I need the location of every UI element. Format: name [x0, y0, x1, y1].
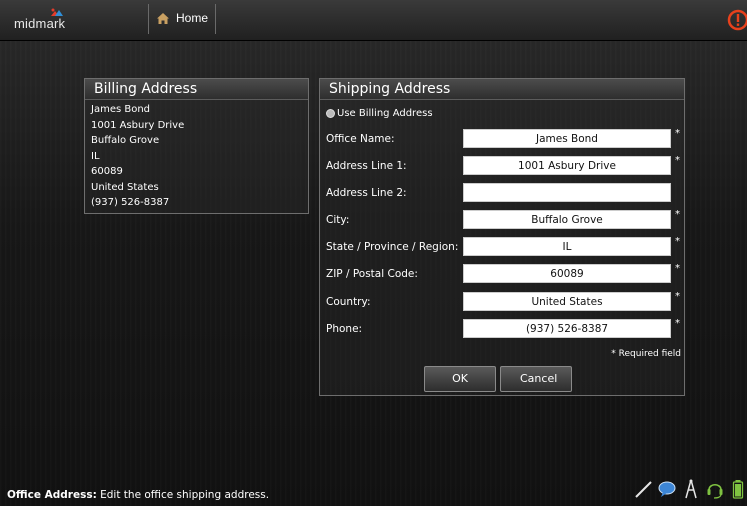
required-marker: * [675, 128, 680, 139]
phone-field[interactable]: (937) 526-8387 [463, 319, 671, 338]
office-name-field[interactable]: James Bond [463, 129, 671, 148]
tower-icon[interactable] [683, 478, 699, 500]
headset-icon[interactable] [705, 478, 725, 500]
shipping-address-panel: Shipping Address Use Billing Address Off… [319, 78, 685, 396]
state-field[interactable]: IL [463, 237, 671, 256]
status-title: Office Address: [7, 489, 97, 501]
billing-lines: James Bond 1001 Asbury Drive Buffalo Gro… [85, 100, 308, 212]
required-marker: * [675, 155, 680, 166]
billing-line-name: James Bond [91, 104, 151, 115]
zip-row: ZIP / Postal Code: 60089 * [326, 263, 680, 284]
use-billing-address-radio[interactable]: Use Billing Address [326, 108, 433, 119]
midmark-logo: midmark [14, 8, 66, 31]
zip-label: ZIP / Postal Code: [326, 268, 418, 280]
status-bar: Office Address: Edit the office shipping… [7, 489, 269, 501]
required-marker: * [675, 263, 680, 274]
billing-address-panel: Billing Address James Bond 1001 Asbury D… [84, 78, 309, 214]
status-text: Edit the office shipping address. [96, 489, 270, 501]
logo-mark-icon [51, 8, 63, 16]
country-label: Country: [326, 296, 371, 308]
office-name-row: Office Name: James Bond * [326, 128, 680, 149]
required-marker: * [675, 291, 680, 302]
pen-icon[interactable] [632, 478, 656, 500]
chat-bubble-icon[interactable] [657, 478, 677, 500]
address-line-1-field[interactable]: 1001 Asbury Drive [463, 156, 671, 175]
billing-line-state: IL [91, 150, 100, 162]
house-icon [157, 12, 169, 24]
shipping-title: Shipping Address [320, 79, 684, 100]
billing-line-country: United States [91, 181, 159, 193]
billing-line-phone: (937) 526-8387 [91, 197, 170, 208]
billing-title: Billing Address [85, 79, 308, 100]
logo-text: midmark [14, 16, 66, 31]
phone-label: Phone: [326, 323, 363, 335]
country-row: Country: United States * [326, 291, 680, 312]
ok-button[interactable]: OK [424, 366, 496, 392]
required-marker: * [675, 236, 680, 247]
state-label: State / Province / Region: [326, 241, 459, 253]
state-row: State / Province / Region: IL * [326, 236, 680, 257]
city-field[interactable]: Buffalo Grove [463, 210, 671, 229]
address-line-1-row: Address Line 1: 1001 Asbury Drive * [326, 155, 680, 176]
home-label: Home [176, 11, 209, 25]
zip-field[interactable]: 60089 [463, 264, 671, 283]
address-line-2-label: Address Line 2: [326, 187, 407, 199]
city-row: City: Buffalo Grove * [326, 209, 680, 230]
phone-row: Phone: (937) 526-8387 * [326, 318, 680, 339]
required-marker: * [675, 318, 680, 329]
address-line-2-field[interactable] [463, 183, 671, 202]
battery-icon [732, 480, 744, 499]
cancel-button[interactable]: Cancel [500, 366, 572, 392]
address-line-1-label: Address Line 1: [326, 160, 407, 172]
top-bar: midmark Home [0, 0, 747, 41]
office-name-label: Office Name: [326, 133, 395, 145]
divider [148, 4, 149, 34]
address-line-2-row: Address Line 2: [326, 183, 680, 203]
city-label: City: [326, 214, 350, 226]
required-marker: * [675, 209, 680, 220]
required-field-note: * Required field [611, 349, 681, 359]
billing-line-zip: 60089 [91, 166, 123, 177]
use-billing-label: Use Billing Address [337, 108, 433, 119]
country-field[interactable]: United States [463, 292, 671, 311]
alert-icon[interactable] [727, 9, 747, 31]
home-button[interactable]: Home [156, 11, 208, 25]
divider [215, 4, 216, 34]
billing-line-city: Buffalo Grove [91, 135, 160, 146]
radio-icon [326, 109, 335, 118]
billing-line-address: 1001 Asbury Drive [91, 119, 185, 131]
